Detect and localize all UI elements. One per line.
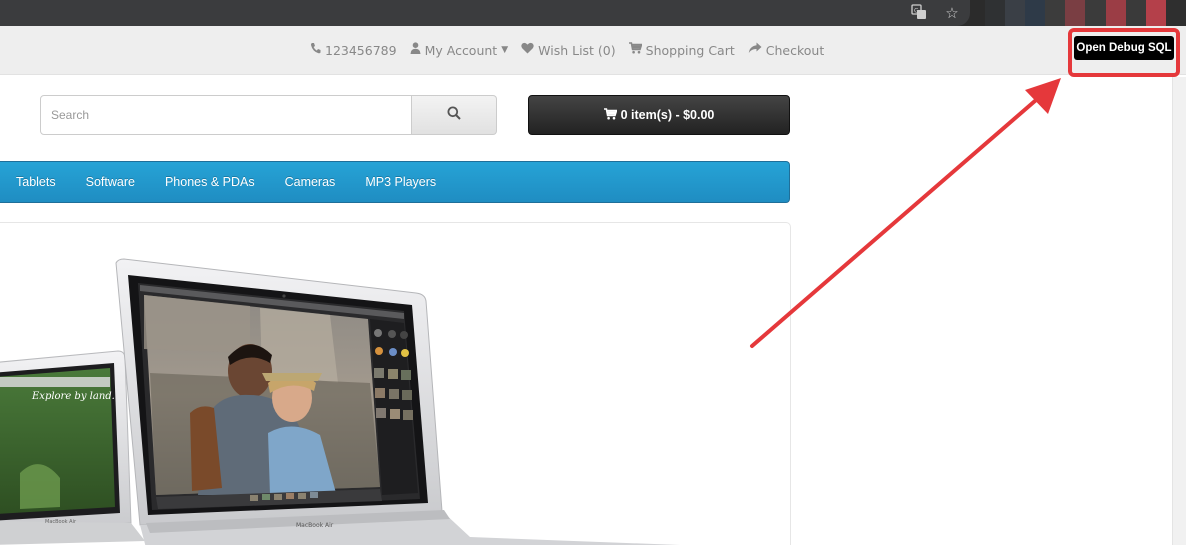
search-bar (40, 95, 497, 135)
small-laptop: Explore by land. MacBook Air (0, 350, 145, 545)
cart-icon (603, 107, 618, 123)
svg-text:MacBook Air: MacBook Air (45, 519, 77, 525)
menu-item-phones-pdas[interactable]: Phones & PDAs (165, 175, 255, 189)
page-scrollbar[interactable] (1172, 77, 1186, 545)
phone-icon (310, 42, 321, 58)
svg-text:G: G (914, 8, 919, 15)
slideshow[interactable]: Explore by land. MacBook Air MacBook Air (0, 222, 791, 545)
blurred-profile-area (985, 0, 1186, 26)
checkout-label: Checkout (765, 42, 825, 58)
share-icon (748, 42, 762, 58)
menu-item-tablets[interactable]: Tablets (16, 175, 56, 189)
wish-list-link[interactable]: Wish List (0) (521, 42, 616, 58)
shopping-cart-link[interactable]: Shopping Cart (628, 42, 735, 58)
translate-icon[interactable]: G (910, 4, 928, 22)
cart-total-button[interactable]: 0 item(s) - $0.00 (528, 95, 790, 135)
cart-icon (628, 42, 643, 58)
heart-icon (521, 42, 534, 58)
search-icon (447, 106, 461, 124)
menu-item-cameras[interactable]: Cameras (285, 175, 336, 189)
my-account-label: My Account (424, 42, 498, 58)
cart-total-label: 0 item(s) - $0.00 (620, 108, 715, 122)
caret-down-icon: ▼ (501, 45, 509, 55)
svg-text:MacBook Air: MacBook Air (296, 522, 334, 529)
my-account-dropdown[interactable]: My Account ▼ (410, 42, 509, 58)
wish-list-label: Wish List (0) (538, 42, 616, 58)
checkout-link[interactable]: Checkout (748, 42, 824, 58)
top-links: 123456789 My Account ▼ Wish List (0) Sho… (310, 42, 837, 58)
search-input[interactable] (40, 95, 413, 135)
star-icon[interactable]: ☆ (943, 4, 961, 22)
phone-link[interactable]: 123456789 (310, 42, 397, 58)
svg-text:Explore by land.: Explore by land. (31, 391, 115, 402)
browser-toolbar: G ☆ (0, 0, 1186, 26)
slideshow-image: Explore by land. MacBook Air MacBook Air (0, 258, 680, 545)
menu-item-software[interactable]: Software (86, 175, 135, 189)
search-button[interactable] (412, 95, 497, 135)
user-icon (410, 42, 421, 58)
large-laptop: MacBook Air (115, 258, 680, 545)
top-bar: 123456789 My Account ▼ Wish List (0) Sho… (0, 26, 1186, 75)
menu-item-mp3-players[interactable]: MP3 Players (365, 175, 436, 189)
annotation-highlight-box (1068, 28, 1180, 77)
address-bar[interactable] (0, 0, 970, 26)
shopping-cart-label: Shopping Cart (645, 42, 735, 58)
category-menu: Tablets Software Phones & PDAs Cameras M… (0, 161, 790, 203)
phone-number: 123456789 (325, 42, 397, 58)
